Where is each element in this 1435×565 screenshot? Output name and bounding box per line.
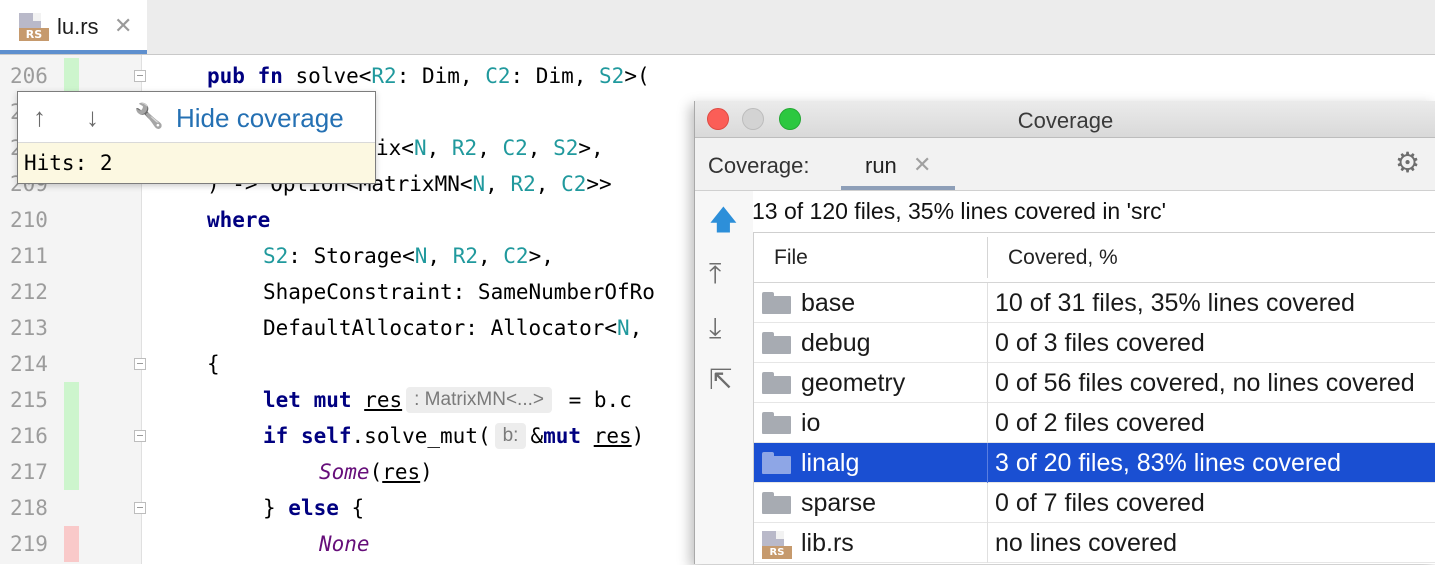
coverage-tab-bar: Coverage: run ✕ ⚙: [695, 138, 1435, 191]
table-row[interactable]: RS lib.rs no lines covered: [754, 523, 1435, 563]
table-row[interactable]: geometry 0 of 56 files covered, no lines…: [754, 363, 1435, 403]
export-down-icon[interactable]: ⤓: [709, 313, 721, 343]
line-number: 213: [10, 316, 48, 340]
table-row[interactable]: io 0 of 2 files covered: [754, 403, 1435, 443]
coverage-tabs-label: Coverage:: [708, 153, 810, 178]
rust-file-icon: RS: [762, 531, 792, 559]
row-coverage: 0 of 3 files covered: [995, 329, 1205, 357]
row-name: sparse: [801, 489, 877, 517]
coverage-hit-marker[interactable]: [64, 58, 79, 94]
line-number: 217: [10, 460, 48, 484]
row-coverage: 0 of 2 files covered: [995, 409, 1205, 437]
type-inlay-hint: : MatrixMN<...>: [406, 387, 552, 413]
wrench-icon[interactable]: 🔧: [134, 100, 164, 134]
table-row-selected[interactable]: linalg 3 of 20 files, 83% lines covered: [754, 443, 1435, 483]
folder-icon: [762, 372, 791, 394]
line-number: 214: [10, 352, 48, 376]
tab-run-label: run: [865, 153, 897, 178]
row-coverage: 10 of 31 files, 35% lines covered: [995, 289, 1355, 317]
code-line-216: if self.solve_mut(b: &mut res): [263, 423, 645, 449]
row-coverage: 3 of 20 files, 83% lines covered: [995, 449, 1342, 477]
column-header-covered[interactable]: Covered, %: [1008, 246, 1118, 270]
fold-icon[interactable]: [134, 430, 146, 442]
editor-tab-lu-rs[interactable]: RS lu.rs ✕: [0, 0, 147, 54]
table-row[interactable]: base 10 of 31 files, 35% lines covered: [754, 283, 1435, 323]
table-row[interactable]: sparse 0 of 7 files covered: [754, 483, 1435, 523]
hide-coverage-link[interactable]: Hide coverage: [176, 103, 344, 134]
tab-run[interactable]: run ✕: [841, 138, 955, 190]
column-header-file[interactable]: File: [774, 246, 808, 270]
parameter-inlay-hint: b:: [494, 423, 527, 449]
folder-icon: [762, 492, 791, 514]
code-line-208: ix<N, R2, C2, S2>,: [376, 136, 604, 160]
row-coverage: 0 of 7 files covered: [995, 489, 1205, 517]
code-line-214: {: [207, 352, 220, 376]
fold-icon[interactable]: [134, 70, 146, 82]
folder-icon: [762, 452, 791, 474]
table-header: File Covered, %: [754, 233, 1435, 283]
fold-icon[interactable]: [134, 358, 146, 370]
fold-icon[interactable]: [134, 502, 146, 514]
coverage-table: File Covered, % base 10 of 31 files, 35%…: [753, 232, 1435, 565]
code-line-210: where: [207, 208, 271, 232]
folder-icon: [762, 292, 791, 314]
coverage-toolbar: 🡅 ⤒ ⤓ ⇱: [695, 191, 753, 564]
folder-icon: [762, 332, 791, 354]
popup-toolbar: ↑ ↓ 🔧 Hide coverage: [18, 92, 375, 142]
code-line-212: ShapeConstraint: SameNumberOfRo: [263, 280, 655, 304]
line-number: 215: [10, 388, 48, 412]
code-line-219: None: [319, 532, 370, 556]
code-line-211: S2: Storage<N, R2, C2>,: [263, 244, 554, 268]
line-number: 211: [10, 244, 48, 268]
row-name: debug: [801, 329, 871, 357]
tab-close-icon[interactable]: ✕: [114, 13, 132, 39]
row-coverage: no lines covered: [995, 529, 1178, 557]
tab-label: lu.rs: [57, 14, 99, 39]
row-name: base: [801, 289, 856, 317]
folder-icon: [762, 412, 791, 434]
line-number: 206: [10, 64, 48, 88]
row-name: linalg: [801, 449, 860, 477]
go-up-icon[interactable]: 🡅: [709, 205, 738, 235]
code-line-218: } else {: [263, 496, 365, 520]
line-number: 210: [10, 208, 48, 232]
line-number: 218: [10, 496, 48, 520]
line-number: 216: [10, 424, 48, 448]
hits-count: Hits: 2: [18, 142, 375, 183]
window-title: Coverage: [1017, 108, 1114, 133]
rust-file-icon: RS: [19, 13, 49, 41]
editor-tab-bar: RS lu.rs ✕: [0, 0, 1435, 55]
code-line-217: Some(res): [319, 460, 433, 484]
next-arrow-icon[interactable]: ↓: [86, 100, 99, 134]
code-line-206: pub fn solve<R2: Dim, C2: Dim, S2>(: [207, 64, 650, 88]
window-title-bar: Coverage: [695, 101, 1435, 138]
row-name: lib.rs: [801, 529, 854, 557]
row-name: geometry: [801, 369, 906, 397]
coverage-summary: 13 of 120 files, 35% lines covered in 's…: [752, 198, 1167, 224]
tab-close-icon[interactable]: ✕: [913, 152, 931, 178]
export-up-icon[interactable]: ⤒: [709, 259, 721, 289]
coverage-window: Coverage Coverage: run ✕ ⚙ 🡅 ⤒ ⤓ ⇱ 13 of…: [694, 101, 1435, 565]
gear-icon[interactable]: ⚙: [1395, 148, 1420, 178]
row-coverage: 0 of 56 files covered, no lines covered: [995, 369, 1415, 397]
code-line-213: DefaultAllocator: Allocator<N,: [263, 316, 643, 340]
coverage-hits-popup: ↑ ↓ 🔧 Hide coverage Hits: 2: [17, 91, 376, 184]
line-number: 212: [10, 280, 48, 304]
code-line-215: let mut res: MatrixMN<...> = b.c: [263, 387, 632, 413]
open-external-icon[interactable]: ⇱: [709, 365, 732, 395]
coverage-hit-marker[interactable]: [64, 418, 79, 454]
table-row[interactable]: debug 0 of 3 files covered: [754, 323, 1435, 363]
row-name: io: [801, 409, 821, 437]
previous-arrow-icon[interactable]: ↑: [33, 100, 46, 134]
coverage-miss-marker[interactable]: [64, 526, 79, 562]
line-number: 219: [10, 532, 48, 556]
